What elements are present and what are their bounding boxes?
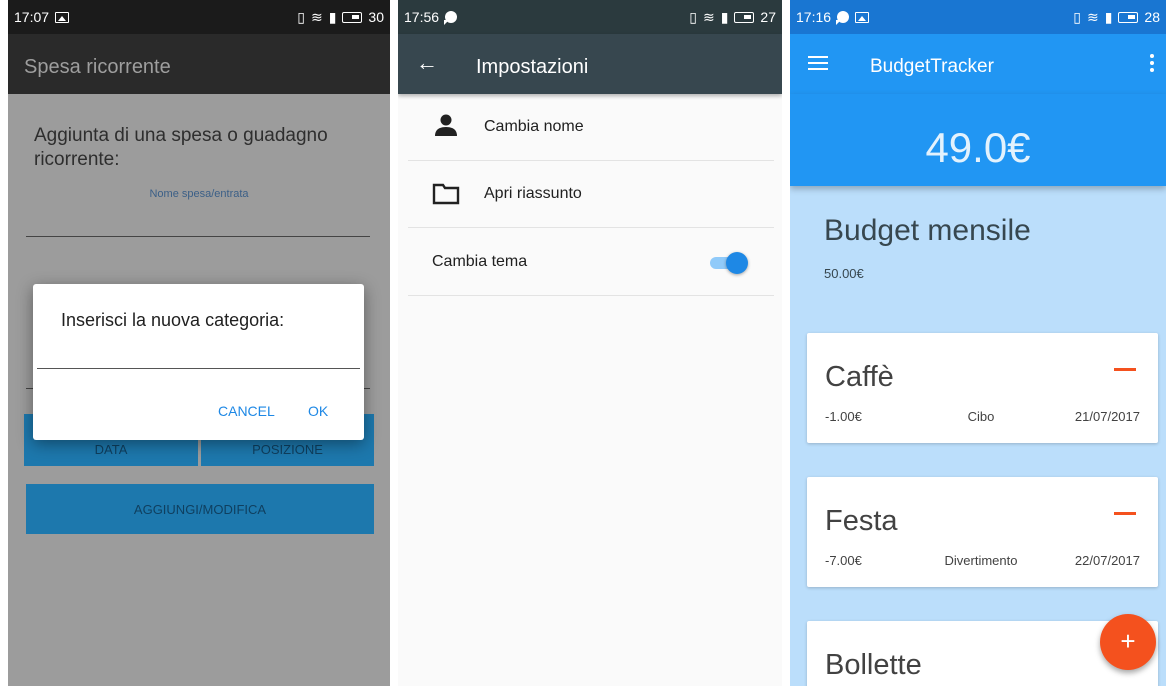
dialog-title: Inserisci la nuova categoria: xyxy=(61,310,285,330)
balance-value: 49.0€ xyxy=(925,124,1031,171)
arrow-back-icon[interactable]: ← xyxy=(416,50,438,76)
entry-amount: -7.00€ xyxy=(825,553,862,568)
setting-change-name[interactable]: Cambia nome xyxy=(408,94,774,161)
person-icon xyxy=(435,114,457,136)
chat-notification-icon xyxy=(836,11,850,25)
remove-icon[interactable] xyxy=(1114,368,1136,371)
name-input[interactable] xyxy=(26,236,370,237)
entry-name: Caffè xyxy=(825,361,894,393)
balance-card: 49.0€ xyxy=(790,94,1166,186)
add-modify-button[interactable]: AGGIUNGI/MODIFICA xyxy=(26,484,374,534)
more-vert-icon[interactable] xyxy=(1150,54,1154,72)
battery-level: 30 xyxy=(368,9,384,25)
image-notification-icon xyxy=(55,11,70,23)
budget-title: Budget mensile xyxy=(824,214,1031,247)
status-time: 17:56 xyxy=(404,9,440,25)
page-title: Spesa ricorrente xyxy=(24,56,171,78)
vibrate-icon: ▯ xyxy=(1073,8,1081,25)
setting-label: Cambia tema xyxy=(432,253,528,270)
wifi-icon: ≋ xyxy=(310,8,323,25)
screen-budget-tracker: 17:16 ▯ ≋ ▮ 28 BudgetTracker 49.0€ Budge… xyxy=(790,0,1166,686)
battery-icon xyxy=(1118,11,1139,23)
chat-notification-icon xyxy=(444,11,458,25)
menu-icon[interactable] xyxy=(808,56,828,70)
signal-icon: ▮ xyxy=(328,8,337,25)
signal-icon: ▮ xyxy=(720,8,729,25)
battery-level: 27 xyxy=(760,9,776,25)
status-bar: 17:56 ▯ ≋ ▮ 27 xyxy=(398,0,782,34)
setting-label: Cambia nome xyxy=(484,118,584,135)
entry-name: Festa xyxy=(825,505,898,537)
wifi-icon: ≋ xyxy=(1086,8,1099,25)
entry-amount: -1.00€ xyxy=(825,409,862,424)
setting-open-summary[interactable]: Apri riassunto xyxy=(408,161,774,228)
entry-card[interactable]: Festa -7.00€ Divertimento 22/07/2017 xyxy=(807,477,1158,587)
setting-label: Apri riassunto xyxy=(484,185,582,202)
entry-category: Divertimento xyxy=(944,553,1018,568)
signal-icon: ▮ xyxy=(1104,8,1113,25)
status-bar: 17:07 ▯ ≋ ▮ 30 xyxy=(8,0,390,34)
entry-date: 21/07/2017 xyxy=(1074,409,1140,424)
folder-icon xyxy=(432,183,460,205)
new-category-dialog: Inserisci la nuova categoria: CANCEL OK xyxy=(33,284,364,440)
app-title: BudgetTracker xyxy=(870,56,994,77)
name-field-label: Nome spesa/entrata xyxy=(149,188,249,200)
battery-icon xyxy=(734,11,755,23)
remove-icon[interactable] xyxy=(1114,512,1136,515)
entry-card[interactable]: Caffè -1.00€ Cibo 21/07/2017 xyxy=(807,333,1158,443)
app-bar: Spesa ricorrente xyxy=(8,34,390,94)
entry-name: Bollette xyxy=(825,649,922,681)
app-bar: BudgetTracker xyxy=(790,34,1166,94)
toggle-thumb xyxy=(726,252,748,274)
screen-impostazioni: 17:56 ▯ ≋ ▮ 27 ← Impostazioni Cambia nom… xyxy=(398,0,782,686)
form-heading: Aggiunta di una spesa o guadagno ricorre… xyxy=(34,125,328,170)
vibrate-icon: ▯ xyxy=(689,8,697,25)
cancel-button[interactable]: CANCEL xyxy=(218,403,275,419)
vibrate-icon: ▯ xyxy=(297,8,305,25)
app-bar: ← Impostazioni xyxy=(398,34,782,94)
theme-toggle[interactable] xyxy=(710,252,748,274)
category-name-input[interactable] xyxy=(37,368,360,369)
budget-amount: 50.00€ xyxy=(824,266,864,281)
entry-category: Cibo xyxy=(967,409,995,424)
ok-button[interactable]: OK xyxy=(308,403,328,419)
screen-spesa-ricorrente: 17:07 ▯ ≋ ▮ 30 Spesa ricorrente Aggiunta… xyxy=(8,0,390,686)
status-time: 17:07 xyxy=(14,9,50,25)
wifi-icon: ≋ xyxy=(702,8,715,25)
status-time: 17:16 xyxy=(796,9,832,25)
status-bar: 17:16 ▯ ≋ ▮ 28 xyxy=(790,0,1166,34)
page-title: Impostazioni xyxy=(476,56,589,78)
add-entry-fab[interactable]: + xyxy=(1100,614,1156,670)
battery-level: 28 xyxy=(1144,9,1160,25)
setting-change-theme[interactable]: Cambia tema xyxy=(408,229,774,296)
battery-icon xyxy=(342,11,363,23)
image-notification-icon xyxy=(855,11,870,23)
entry-date: 22/07/2017 xyxy=(1074,553,1140,568)
